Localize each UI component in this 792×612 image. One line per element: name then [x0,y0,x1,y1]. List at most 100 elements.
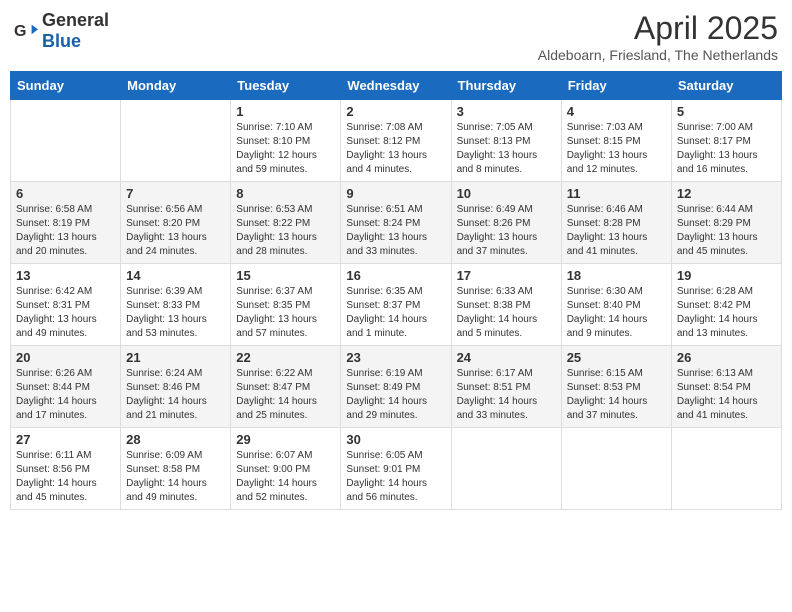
calendar-cell: 21 Sunrise: 6:24 AM Sunset: 8:46 PM Dayli… [121,346,231,428]
day-info: Sunrise: 6:35 AM Sunset: 8:37 PM Dayligh… [346,285,445,341]
day-info: Sunrise: 7:10 AM Sunset: 8:10 PM Dayligh… [236,121,335,177]
day-info: Sunrise: 6:05 AM Sunset: 9:01 PM Dayligh… [346,449,445,505]
calendar-cell: 9 Sunrise: 6:51 AM Sunset: 8:24 PM Daylig… [341,182,451,264]
location-title: Aldeboarn, Friesland, The Netherlands [538,47,778,63]
calendar-cell: 3 Sunrise: 7:05 AM Sunset: 8:13 PM Daylig… [451,100,561,182]
day-info: Sunrise: 6:58 AM Sunset: 8:19 PM Dayligh… [16,203,115,259]
day-info: Sunrise: 7:00 AM Sunset: 8:17 PM Dayligh… [677,121,776,177]
calendar-cell: 25 Sunrise: 6:15 AM Sunset: 8:53 PM Dayli… [561,346,671,428]
day-number: 17 [457,268,556,283]
calendar-cell: 2Sunrise: 7:08 AM Sunset: 8:12 PM Daylig… [341,100,451,182]
calendar-cell: 28Sunrise: 6:09 AM Sunset: 8:58 PM Dayli… [121,428,231,510]
week-row-5: 27Sunrise: 6:11 AM Sunset: 8:56 PM Dayli… [11,428,782,510]
day-info: Sunrise: 6:09 AM Sunset: 8:58 PM Dayligh… [126,449,225,505]
day-number: 16 [346,268,445,283]
day-number: 4 [567,104,666,119]
day-info: Sunrise: 6:44 AM Sunset: 8:29 PM Dayligh… [677,203,776,259]
day-info: Sunrise: 6:42 AM Sunset: 8:31 PM Dayligh… [16,285,115,341]
day-number: 15 [236,268,335,283]
calendar-cell: 7 Sunrise: 6:56 AM Sunset: 8:20 PM Daylig… [121,182,231,264]
calendar-cell: 30 Sunrise: 6:05 AM Sunset: 9:01 PM Dayli… [341,428,451,510]
day-info: Sunrise: 6:26 AM Sunset: 8:44 PM Dayligh… [16,367,115,423]
day-number: 13 [16,268,115,283]
weekday-header-saturday: Saturday [671,72,781,100]
calendar: SundayMondayTuesdayWednesdayThursdayFrid… [10,71,782,510]
calendar-cell: 11Sunrise: 6:46 AM Sunset: 8:28 PM Dayli… [561,182,671,264]
calendar-cell: 6 Sunrise: 6:58 AM Sunset: 8:19 PM Daylig… [11,182,121,264]
day-info: Sunrise: 6:28 AM Sunset: 8:42 PM Dayligh… [677,285,776,341]
weekday-header-wednesday: Wednesday [341,72,451,100]
day-number: 21 [126,350,225,365]
day-info: Sunrise: 6:17 AM Sunset: 8:51 PM Dayligh… [457,367,556,423]
calendar-cell: 4Sunrise: 7:03 AM Sunset: 8:15 PM Daylig… [561,100,671,182]
day-number: 20 [16,350,115,365]
day-info: Sunrise: 6:37 AM Sunset: 8:35 PM Dayligh… [236,285,335,341]
day-number: 30 [346,432,445,447]
weekday-header-friday: Friday [561,72,671,100]
week-row-3: 13 Sunrise: 6:42 AM Sunset: 8:31 PM Dayli… [11,264,782,346]
day-number: 6 [16,186,115,201]
week-row-2: 6 Sunrise: 6:58 AM Sunset: 8:19 PM Daylig… [11,182,782,264]
calendar-cell: 27Sunrise: 6:11 AM Sunset: 8:56 PM Dayli… [11,428,121,510]
day-info: Sunrise: 6:46 AM Sunset: 8:28 PM Dayligh… [567,203,666,259]
calendar-cell: 5 Sunrise: 7:00 AM Sunset: 8:17 PM Daylig… [671,100,781,182]
day-info: Sunrise: 7:08 AM Sunset: 8:12 PM Dayligh… [346,121,445,177]
title-area: April 2025 Aldeboarn, Friesland, The Net… [538,10,778,63]
week-row-4: 20 Sunrise: 6:26 AM Sunset: 8:44 PM Dayli… [11,346,782,428]
weekday-header-thursday: Thursday [451,72,561,100]
calendar-cell [121,100,231,182]
week-row-1: 1Sunrise: 7:10 AM Sunset: 8:10 PM Daylig… [11,100,782,182]
logo: G General Blue [14,10,109,52]
calendar-cell [671,428,781,510]
day-number: 12 [677,186,776,201]
day-number: 29 [236,432,335,447]
weekday-header-monday: Monday [121,72,231,100]
calendar-cell: 10Sunrise: 6:49 AM Sunset: 8:26 PM Dayli… [451,182,561,264]
day-info: Sunrise: 6:49 AM Sunset: 8:26 PM Dayligh… [457,203,556,259]
calendar-cell: 23 Sunrise: 6:19 AM Sunset: 8:49 PM Dayli… [341,346,451,428]
day-number: 3 [457,104,556,119]
day-number: 25 [567,350,666,365]
day-number: 18 [567,268,666,283]
day-info: Sunrise: 6:19 AM Sunset: 8:49 PM Dayligh… [346,367,445,423]
day-info: Sunrise: 6:33 AM Sunset: 8:38 PM Dayligh… [457,285,556,341]
svg-text:G: G [14,23,26,40]
calendar-cell: 24Sunrise: 6:17 AM Sunset: 8:51 PM Dayli… [451,346,561,428]
day-info: Sunrise: 6:22 AM Sunset: 8:47 PM Dayligh… [236,367,335,423]
day-info: Sunrise: 6:51 AM Sunset: 8:24 PM Dayligh… [346,203,445,259]
day-number: 19 [677,268,776,283]
day-info: Sunrise: 6:07 AM Sunset: 9:00 PM Dayligh… [236,449,335,505]
day-info: Sunrise: 6:13 AM Sunset: 8:54 PM Dayligh… [677,367,776,423]
day-info: Sunrise: 6:24 AM Sunset: 8:46 PM Dayligh… [126,367,225,423]
day-info: Sunrise: 7:05 AM Sunset: 8:13 PM Dayligh… [457,121,556,177]
day-number: 5 [677,104,776,119]
calendar-cell [451,428,561,510]
weekday-header-sunday: Sunday [11,72,121,100]
month-title: April 2025 [538,10,778,47]
calendar-cell: 15 Sunrise: 6:37 AM Sunset: 8:35 PM Dayli… [231,264,341,346]
calendar-cell: 18 Sunrise: 6:30 AM Sunset: 8:40 PM Dayli… [561,264,671,346]
calendar-cell: 26 Sunrise: 6:13 AM Sunset: 8:54 PM Dayli… [671,346,781,428]
day-number: 23 [346,350,445,365]
day-number: 22 [236,350,335,365]
day-number: 26 [677,350,776,365]
calendar-cell: 19 Sunrise: 6:28 AM Sunset: 8:42 PM Dayli… [671,264,781,346]
day-info: Sunrise: 6:56 AM Sunset: 8:20 PM Dayligh… [126,203,225,259]
calendar-cell: 8Sunrise: 6:53 AM Sunset: 8:22 PM Daylig… [231,182,341,264]
calendar-cell: 13 Sunrise: 6:42 AM Sunset: 8:31 PM Dayli… [11,264,121,346]
calendar-cell: 20 Sunrise: 6:26 AM Sunset: 8:44 PM Dayli… [11,346,121,428]
day-number: 8 [236,186,335,201]
day-info: Sunrise: 6:15 AM Sunset: 8:53 PM Dayligh… [567,367,666,423]
logo-blue-text: Blue [42,31,81,51]
weekday-header-row: SundayMondayTuesdayWednesdayThursdayFrid… [11,72,782,100]
calendar-cell: 12 Sunrise: 6:44 AM Sunset: 8:29 PM Dayli… [671,182,781,264]
day-number: 27 [16,432,115,447]
calendar-cell: 22 Sunrise: 6:22 AM Sunset: 8:47 PM Dayli… [231,346,341,428]
day-info: Sunrise: 6:30 AM Sunset: 8:40 PM Dayligh… [567,285,666,341]
day-info: Sunrise: 6:39 AM Sunset: 8:33 PM Dayligh… [126,285,225,341]
calendar-cell [11,100,121,182]
calendar-cell: 14 Sunrise: 6:39 AM Sunset: 8:33 PM Dayli… [121,264,231,346]
day-number: 14 [126,268,225,283]
day-number: 7 [126,186,225,201]
day-number: 9 [346,186,445,201]
